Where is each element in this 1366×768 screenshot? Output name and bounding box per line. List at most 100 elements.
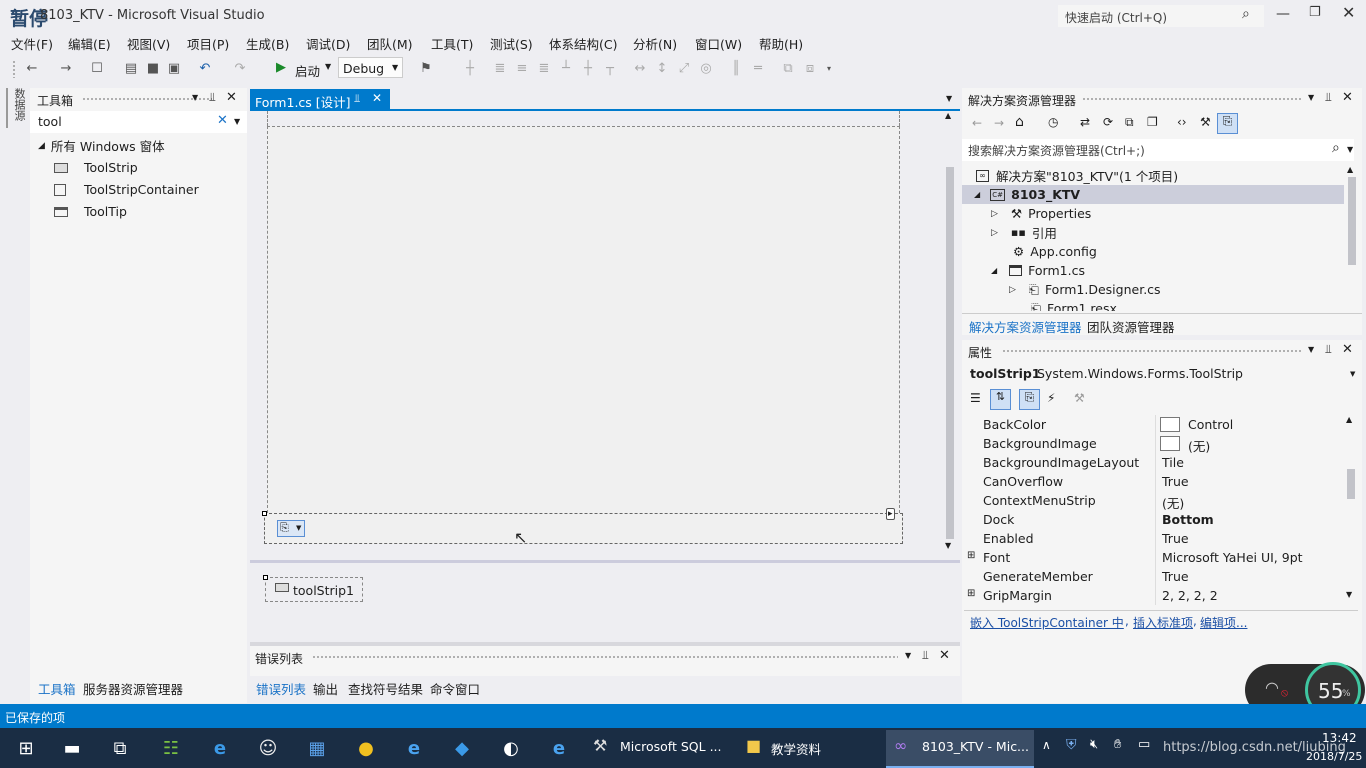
close-tab-icon[interactable]: ✕ <box>372 91 382 105</box>
scroll-up-icon[interactable]: ▲ <box>1346 415 1352 424</box>
horizontal-spacing-icon[interactable]: ║ <box>728 60 744 76</box>
property-row[interactable]: ContextMenuStrip (无) <box>964 491 1342 511</box>
align-lefts-icon[interactable]: ≣ <box>492 60 508 76</box>
pending-changes-icon[interactable]: ◷ <box>1048 115 1058 129</box>
taskbar-app-sql[interactable]: ⚒ Microsoft SQL ... <box>587 730 732 766</box>
tab-error-list[interactable]: 错误列表 <box>256 679 306 698</box>
home-icon[interactable]: ⌂ <box>1015 114 1024 130</box>
clock-date[interactable]: 2018/7/25 <box>1306 750 1362 763</box>
touch-icon[interactable]: ✋︎ <box>1114 737 1121 752</box>
verb-insert-standard-items-link[interactable]: 插入标准项 <box>1133 614 1193 631</box>
redo-icon[interactable]: ↷ <box>232 60 248 76</box>
toolstrip-overflow-icon[interactable]: ▸ <box>886 508 895 520</box>
refresh-icon[interactable]: ⟳ <box>1103 115 1113 129</box>
menu-build[interactable]: 生成(B) <box>246 34 289 53</box>
tree-item-solution[interactable]: ∞ 解决方案"8103_KTV"(1 个项目) <box>976 166 1178 185</box>
pin-tab-icon[interactable]: ⫫ <box>354 92 360 106</box>
scroll-down-icon[interactable]: ▼ <box>1346 590 1352 599</box>
property-row[interactable]: CanOverflow True <box>964 472 1342 491</box>
back-icon[interactable]: ← <box>972 116 982 130</box>
menu-architecture[interactable]: 体系结构(C) <box>549 34 617 53</box>
scroll-down-icon[interactable]: ▼ <box>945 541 951 550</box>
preview-selected-icon[interactable]: ⎘ <box>1217 113 1238 134</box>
tree-item-project[interactable]: ◢ C# 8103_KTV <box>962 185 1344 204</box>
tree-item-properties[interactable]: ▷ ⚒ Properties <box>991 204 1091 223</box>
close-panel-icon[interactable]: ✕ <box>1342 342 1353 357</box>
solution-config-select[interactable]: Debug ▼ <box>338 57 403 78</box>
taskbar-app-folder[interactable]: ■ 教学资料 <box>740 730 880 766</box>
chat-bubble-icon[interactable]: ▬ <box>58 734 86 762</box>
save-icon[interactable]: ■ <box>145 60 161 76</box>
toolbox-search-input[interactable]: tool ✕ ▼ <box>30 111 247 133</box>
show-all-files-icon[interactable]: ❐ <box>1147 115 1158 129</box>
property-grid-divider[interactable] <box>1155 415 1156 605</box>
tab-output[interactable]: 输出 <box>313 679 338 698</box>
scroll-up-icon[interactable]: ▲ <box>1347 165 1353 174</box>
menu-team[interactable]: 团队(M) <box>367 34 413 53</box>
menu-window[interactable]: 窗口(W) <box>695 34 742 53</box>
menu-project[interactable]: 项目(P) <box>187 34 229 53</box>
close-panel-icon[interactable]: ✕ <box>939 648 950 663</box>
calculator-icon[interactable]: ▦ <box>303 734 331 762</box>
scroll-thumb[interactable] <box>1348 177 1356 265</box>
pin-icon[interactable]: ⫫ <box>1325 90 1332 105</box>
toolbar-grip[interactable] <box>12 60 16 78</box>
properties-view-icon[interactable]: ⎘ <box>1019 389 1040 410</box>
resize-handle[interactable] <box>263 575 268 580</box>
align-grid-icon[interactable]: ┼ <box>462 60 478 76</box>
minimize-icon[interactable]: — <box>1276 6 1290 22</box>
back-icon[interactable]: ← <box>24 60 40 76</box>
tree-item-form1-resx[interactable]: ⎗ Form1.resx <box>1031 299 1117 312</box>
property-row[interactable]: ⊞ GripMargin 2, 2, 2, 2 <box>964 586 1342 605</box>
edge-icon[interactable]: e <box>206 734 234 762</box>
window-position-icon[interactable]: ▼ <box>192 93 198 102</box>
battery-icon[interactable]: ▭ <box>1138 737 1150 752</box>
sync-icon[interactable]: ⇄ <box>1080 115 1090 129</box>
verb-edit-items-link[interactable]: 编辑项... <box>1200 614 1247 631</box>
pin-icon[interactable]: ⫫ <box>209 90 216 105</box>
toolbox-item[interactable]: ToolStripContainer <box>54 180 199 199</box>
undo-icon[interactable]: ↶ <box>197 60 213 76</box>
collapse-all-icon[interactable]: ⧉ <box>1125 115 1134 130</box>
data-sources-side-tab[interactable]: 数据源 <box>6 88 26 128</box>
menu-test[interactable]: 测试(S) <box>490 34 533 53</box>
align-middles-icon[interactable]: ┼ <box>580 60 596 76</box>
forward-icon[interactable]: → <box>58 60 74 76</box>
task-view-icon[interactable]: ⧉ <box>106 734 134 762</box>
menu-tools[interactable]: 工具(T) <box>431 34 473 53</box>
toolbar-overflow-icon[interactable]: ▾ <box>821 60 837 76</box>
taskbar-app-visual-studio[interactable]: ∞ 8103_KTV - Mic... <box>886 730 1034 768</box>
windows-start-icon[interactable]: ⊞ <box>12 734 40 762</box>
designer-vertical-scrollbar[interactable]: ▲ ▼ <box>942 111 958 558</box>
add-toolstrip-item-button[interactable]: ⎘ ▼ <box>277 520 305 537</box>
form-design-canvas[interactable] <box>267 126 900 528</box>
property-row[interactable]: BackgroundImageLayout Tile <box>964 453 1342 472</box>
expand-plus-icon[interactable]: ⊞ <box>967 588 975 599</box>
tab-solution-explorer[interactable]: 解决方案资源管理器 <box>969 317 1082 336</box>
object-selector[interactable]: toolStrip1 System.Windows.Forms.ToolStri… <box>962 363 1355 385</box>
align-bottoms-icon[interactable]: ┬ <box>602 60 618 76</box>
cloud-music-icon[interactable]: ◐ <box>497 734 525 762</box>
property-row[interactable]: Dock Bottom <box>964 510 1342 529</box>
wechat-icon[interactable]: ☷ <box>157 734 185 762</box>
new-project-icon[interactable]: ☐ <box>89 60 105 76</box>
menu-view[interactable]: 视图(V) <box>127 34 170 53</box>
send-to-back-icon[interactable]: ⧈ <box>802 60 818 76</box>
solution-search-input[interactable]: 搜索解决方案资源管理器(Ctrl+;) ⌕ ▼ <box>962 139 1354 161</box>
window-position-icon[interactable]: ▼ <box>905 651 911 660</box>
toolstrip-control[interactable]: ▸ ⎘ ▼ <box>262 508 903 544</box>
scroll-up-icon[interactable]: ▲ <box>945 111 951 120</box>
tray-component-toolstrip1[interactable]: toolStrip1 <box>263 575 363 602</box>
panel-grip[interactable] <box>312 655 898 660</box>
pin-icon[interactable]: ⫫ <box>922 648 929 663</box>
tab-find-symbol-results[interactable]: 查找符号结果 <box>348 679 423 698</box>
toolbox-item[interactable]: ToolStrip <box>54 158 138 177</box>
quick-launch-box[interactable]: 快速启动 (Ctrl+Q) ⌕ <box>1058 5 1264 27</box>
feiq-icon[interactable]: ◆ <box>448 734 476 762</box>
align-centers-icon[interactable]: ≡ <box>514 60 530 76</box>
property-row[interactable]: BackColor Control <box>964 415 1342 434</box>
events-icon[interactable]: ⚡ <box>1047 391 1055 405</box>
toolbox-group-header[interactable]: ◢ 所有 Windows 窗体 <box>38 136 165 155</box>
property-row[interactable]: BackgroundImage (无) <box>964 434 1342 454</box>
close-icon[interactable]: ✕ <box>1342 3 1355 22</box>
